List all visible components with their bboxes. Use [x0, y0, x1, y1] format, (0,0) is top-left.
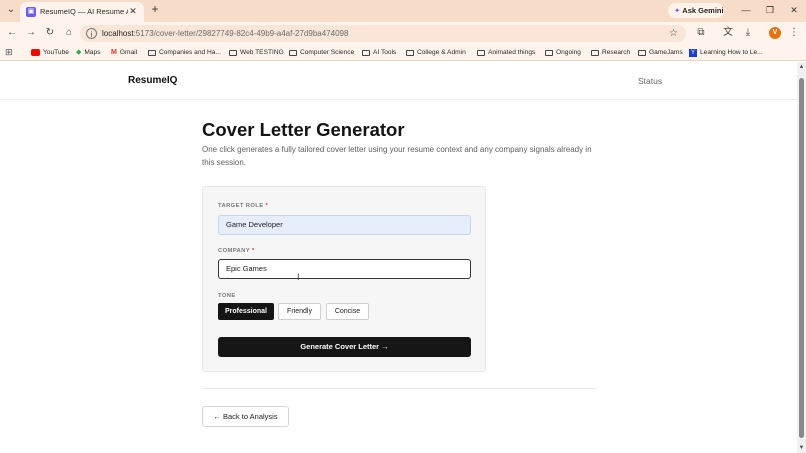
extensions-icon[interactable]: ⧉ [694, 26, 708, 40]
bookmark-ai-tools[interactable]: AI Tools [362, 47, 396, 59]
bookmark-companies[interactable]: Companies and Ha... [148, 47, 221, 59]
tab-close-icon[interactable]: ✕ [127, 5, 139, 17]
bookmark-label: Web TESTING [240, 49, 284, 56]
back-to-analysis-button[interactable]: ← Back to Analysis [202, 406, 289, 427]
apps-grid-icon[interactable]: ⊞ [5, 47, 16, 58]
generate-cover-letter-button[interactable]: Generate Cover Letter → [218, 337, 471, 357]
profile-avatar[interactable]: V [769, 27, 781, 39]
bookmark-label: Computer Science [300, 49, 355, 56]
browser-menu-icon[interactable]: ⋮ [787, 26, 801, 40]
gemini-sparkle-icon: ✦ [674, 6, 681, 15]
bookmark-label: YouTube [43, 49, 69, 56]
target-role-input[interactable]: Game Developer [218, 215, 471, 235]
address-url[interactable]: localhost:5173/cover-letter/29827749-82c… [102, 27, 348, 40]
required-marker: * [251, 248, 255, 254]
folder-icon [591, 50, 599, 56]
brand-logo[interactable]: ResumeIQ [128, 75, 177, 86]
bookmark-research[interactable]: Research [591, 47, 630, 59]
bookmark-label: Learning How to Le... [700, 49, 763, 56]
url-path: :5173/cover-letter/29827749-82c4-49b9-a4… [133, 29, 349, 38]
page-title: Cover Letter Generator [202, 119, 405, 140]
bookmark-college-admin[interactable]: College & Admin [406, 47, 466, 59]
url-host: localhost [102, 29, 134, 38]
site-info-icon[interactable]: i [86, 28, 97, 39]
translate-icon[interactable]: 文 [721, 26, 735, 40]
y-icon: Y [689, 49, 697, 57]
tab-title: ResumeIQ — AI Resume Analy... [40, 7, 128, 16]
folder-icon [289, 50, 297, 56]
browser-tab-active[interactable]: ▣ ResumeIQ — AI Resume Analy... ✕ [20, 2, 144, 22]
bookmark-label: Gmail [119, 49, 138, 56]
ask-gemini-button[interactable]: ✦ Ask Gemini [668, 3, 724, 18]
minimize-window-icon[interactable]: — [736, 2, 756, 18]
bookmark-label: College & Admin [417, 49, 466, 56]
new-tab-button[interactable]: + [148, 3, 162, 17]
bookmark-ongoing[interactable]: Ongoing [545, 47, 581, 59]
tone-label: TONE [218, 293, 236, 299]
bookmark-animated-things[interactable]: Animated things [477, 47, 535, 59]
scrollbar-thumb[interactable] [799, 78, 804, 438]
back-arrow-icon[interactable]: ← [5, 26, 19, 40]
downloads-icon[interactable]: ⤓ [741, 26, 755, 40]
site-header: ResumeIQ Status [0, 62, 797, 100]
folder-icon [406, 50, 414, 56]
forward-arrow-icon[interactable]: → [24, 26, 38, 40]
close-window-icon[interactable]: ✕ [784, 2, 804, 18]
bookmark-label: Animated things [488, 49, 536, 56]
page-subtitle: One click generates a fully tailored cov… [202, 145, 592, 167]
tone-concise-button[interactable]: Concise [326, 303, 369, 320]
cover-letter-form-card: TARGET ROLE * Game Developer COMPANY * E… [202, 186, 486, 372]
bookmark-gmail[interactable]: M Gmail [111, 47, 137, 59]
folder-icon [148, 50, 156, 56]
scroll-up-arrow-icon[interactable]: ▲ [797, 64, 806, 70]
folder-icon [545, 50, 553, 56]
bookmark-star-icon[interactable]: ☆ [669, 27, 678, 40]
bookmark-label: Maps [84, 49, 101, 56]
bookmark-label: Companies and Ha... [159, 49, 221, 56]
tone-professional-button[interactable]: Professional [218, 303, 274, 320]
required-marker: * [265, 203, 269, 209]
gmail-icon: M [111, 49, 117, 56]
restore-window-icon[interactable]: ❐ [760, 2, 780, 18]
bookmark-maps[interactable]: ◆ Maps [76, 47, 101, 59]
home-icon[interactable]: ⌂ [62, 26, 76, 40]
maps-icon: ◆ [76, 49, 82, 56]
company-label-text: COMPANY [218, 248, 250, 254]
bookmark-learning[interactable]: Y Learning How to Le... [689, 47, 763, 59]
ask-gemini-label: Ask Gemini [682, 6, 724, 15]
bookmark-computer-science[interactable]: Computer Science [289, 47, 354, 59]
bookmark-label: Ongoing [556, 49, 581, 56]
status-link[interactable]: Status [638, 76, 662, 86]
folder-icon [477, 50, 485, 56]
target-role-label-text: TARGET ROLE [218, 203, 264, 209]
page-scrollbar[interactable]: ▲ ▼ [797, 62, 806, 453]
bookmark-label: AI Tools [373, 49, 397, 56]
resumeiq-favicon-icon: ▣ [26, 7, 36, 17]
text-cursor-icon: I [297, 272, 300, 282]
youtube-icon [31, 49, 40, 56]
company-label: COMPANY * [218, 248, 255, 254]
address-bar[interactable]: i localhost:5173/cover-letter/29827749-8… [80, 25, 686, 42]
company-input[interactable]: Epic Games [218, 259, 471, 279]
bookmark-label: Research [602, 49, 631, 56]
bookmark-label: GameJams [649, 49, 683, 56]
folder-icon [362, 50, 370, 56]
section-divider [202, 388, 596, 389]
tab-search-chevron-icon[interactable]: ⌄ [4, 3, 18, 17]
bookmark-youtube[interactable]: YouTube [31, 47, 69, 59]
folder-icon [229, 50, 237, 56]
folder-icon [638, 50, 646, 56]
bookmark-web-testing[interactable]: Web TESTING [229, 47, 284, 59]
browser-tab-strip: ⌄ ▣ ResumeIQ — AI Resume Analy... ✕ + ✦A… [0, 0, 806, 22]
bookmark-gamejams[interactable]: GameJams [638, 47, 683, 59]
target-role-label: TARGET ROLE * [218, 203, 268, 209]
browser-toolbar: ← → ↻ ⌂ i localhost:5173/cover-letter/29… [0, 22, 806, 44]
scroll-down-arrow-icon[interactable]: ▼ [797, 445, 806, 451]
tone-friendly-button[interactable]: Friendly [278, 303, 321, 320]
bookmarks-bar: ⊞ YouTube ◆ Maps M Gmail Companies and Ha.… [0, 44, 806, 61]
reload-icon[interactable]: ↻ [43, 26, 57, 40]
